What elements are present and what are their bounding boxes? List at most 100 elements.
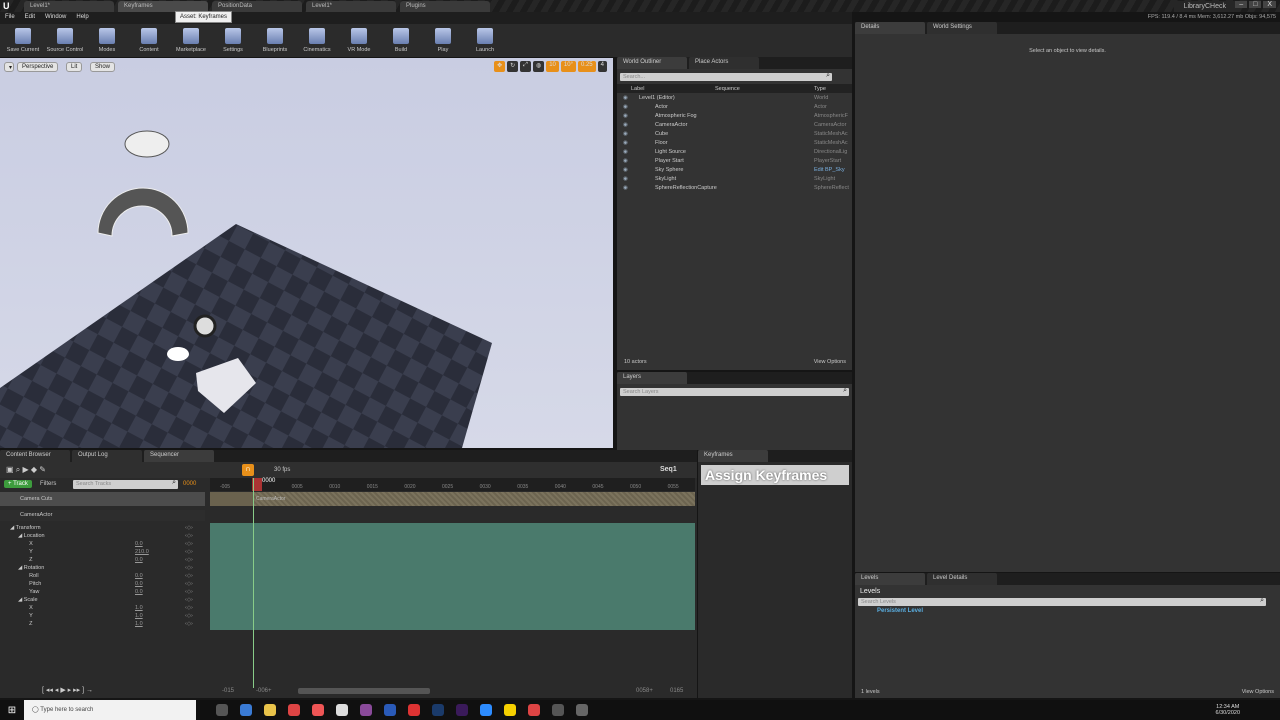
minimize-button[interactable]: – [1235, 1, 1248, 8]
content-button[interactable]: Content [128, 26, 170, 55]
track-value[interactable]: 210.0 [135, 549, 149, 555]
key-nav-icon[interactable]: ‹◇› [185, 525, 193, 531]
settings-button[interactable]: Settings [212, 26, 254, 55]
key-nav-icon[interactable]: ‹◇› [185, 621, 193, 627]
track-roll[interactable]: Roll 0.0 ‹◇› [0, 573, 205, 581]
track-location[interactable]: ◢ Location ‹◇› [0, 533, 205, 541]
sticky-notes-icon[interactable] [504, 704, 516, 716]
view-end[interactable]: 0058+ [636, 688, 653, 694]
key-nav-icon[interactable]: ‹◇› [185, 589, 193, 595]
levels-view-options[interactable]: View Options [1242, 689, 1274, 695]
marketplace-button[interactable]: Marketplace [170, 26, 212, 55]
key-nav-icon[interactable]: ‹◇› [185, 541, 193, 547]
track-value[interactable]: 1.0 [135, 621, 143, 627]
time-ruler[interactable]: 0000 -005 0005 0010 0015 0020 0025 0030 0035 004… [210, 478, 695, 491]
track-value[interactable]: 0.0 [135, 557, 143, 563]
visibility-eye-icon[interactable]: ◉ [617, 167, 629, 173]
chrome-2-icon[interactable] [528, 704, 540, 716]
github-icon[interactable] [360, 704, 372, 716]
rotate-icon[interactable]: ↻ [507, 61, 519, 72]
key-nav-icon[interactable]: ‹◇› [185, 557, 193, 563]
windows-start-icon[interactable]: ⊞ [0, 705, 24, 716]
tab-world-outliner[interactable]: World Outliner [617, 57, 687, 69]
source-control-button[interactable]: Source Control [44, 26, 86, 55]
track-y[interactable]: Y 210.0 ‹◇› [0, 549, 205, 557]
tab-output-log[interactable]: Output Log [72, 450, 142, 462]
play-button[interactable]: Play [422, 26, 464, 55]
camera-cut-section[interactable]: CameraActor [254, 492, 695, 506]
outliner-row[interactable]: ◉ Floor StaticMeshAc [617, 138, 852, 147]
track-rotation[interactable]: ◢ Rotation ‹◇› [0, 565, 205, 573]
persistent-level-item[interactable]: Persistent Level [855, 606, 1280, 616]
clock[interactable]: 12:34 AM 6/30/2020 [1216, 704, 1280, 716]
visibility-eye-icon[interactable]: ◉ [617, 95, 629, 101]
build-button[interactable]: Build [380, 26, 422, 55]
cinematics-button[interactable]: Cinematics [296, 26, 338, 55]
doc-tab-level1[interactable]: Level1* [24, 1, 114, 12]
world-icon[interactable]: ◍ [532, 61, 545, 72]
track-scale[interactable]: ◢ Scale ‹◇› [0, 597, 205, 605]
visibility-eye-icon[interactable]: ◉ [617, 131, 629, 137]
rotation-snap-button[interactable]: 10° [560, 61, 576, 72]
search-tracks-input[interactable]: Search Tracks [73, 479, 178, 489]
track-value[interactable]: 1.0 [135, 605, 143, 611]
tab-content-browser[interactable]: Content Browser [0, 450, 70, 462]
key-nav-icon[interactable]: ‹◇› [185, 605, 193, 611]
track-value[interactable]: 0.0 [135, 541, 143, 547]
zoom-icon[interactable] [480, 704, 492, 716]
tab-details[interactable]: Details [855, 22, 925, 34]
perspective-button[interactable]: Perspective [17, 62, 59, 72]
grid-snap-button[interactable]: 10 [546, 61, 559, 72]
key-nav-icon[interactable]: ‹◇› [185, 613, 193, 619]
view-start[interactable]: -006+ [256, 688, 272, 694]
tab-keyframes[interactable]: Keyframes [698, 450, 768, 462]
show-button[interactable]: Show [90, 62, 116, 72]
visibility-eye-icon[interactable]: ◉ [617, 185, 629, 191]
vivaldi-icon[interactable] [408, 704, 420, 716]
file-explorer-icon[interactable] [264, 704, 276, 716]
current-frame[interactable]: 0000 [183, 481, 196, 487]
outliner-row[interactable]: ◉ SkyLight SkyLight [617, 174, 852, 183]
visibility-eye-icon[interactable]: ◉ [617, 113, 629, 119]
menu-file[interactable]: File [5, 14, 15, 22]
visibility-eye-icon[interactable]: ◉ [617, 176, 629, 182]
key-nav-icon[interactable]: ‹◇› [185, 597, 193, 603]
photoshop-icon[interactable] [432, 704, 444, 716]
outliner-row[interactable]: ◉ CameraActor CameraActor [617, 120, 852, 129]
camera-cuts-track[interactable]: Camera Cuts [0, 492, 205, 506]
track-value[interactable]: 1.0 [135, 613, 143, 619]
outliner-row[interactable]: ◉ Atmospheric Fog AtmosphericF [617, 111, 852, 120]
track-x[interactable]: X 1.0 ‹◇› [0, 605, 205, 613]
obs-icon[interactable] [336, 704, 348, 716]
column-sequence[interactable]: Sequence [715, 86, 814, 92]
tab-place-actors[interactable]: Place Actors [689, 57, 759, 69]
tab-levels[interactable]: Levels [855, 573, 925, 585]
translate-icon[interactable]: ✥ [494, 61, 506, 72]
visibility-eye-icon[interactable]: ◉ [617, 158, 629, 164]
outliner-row[interactable]: ◉ Player Start PlayerStart [617, 156, 852, 165]
outliner-row[interactable]: ◉ Cube StaticMeshAc [617, 129, 852, 138]
key-nav-icon[interactable]: ‹◇› [185, 533, 193, 539]
slack-icon[interactable] [312, 704, 324, 716]
track-x[interactable]: X 0.0 ‹◇› [0, 541, 205, 549]
transform-section[interactable] [210, 523, 695, 630]
column-type[interactable]: Type [814, 86, 852, 92]
snap-magnet-icon[interactable]: ∩ [242, 464, 254, 476]
timeline-scrollbar[interactable] [298, 688, 430, 694]
modes-button[interactable]: Modes [86, 26, 128, 55]
chrome-icon[interactable] [288, 704, 300, 716]
view-options-button[interactable]: View Options [814, 359, 846, 365]
outliner-row[interactable]: ◉ Actor Actor [617, 102, 852, 111]
viewport-options-button[interactable]: ▾ [4, 62, 14, 72]
add-track-button[interactable]: + Track [4, 480, 32, 488]
outliner-search-input[interactable]: Search... [620, 72, 832, 81]
visibility-eye-icon[interactable]: ◉ [617, 149, 629, 155]
visibility-eye-icon[interactable]: ◉ [617, 122, 629, 128]
explorer-icon[interactable] [240, 704, 252, 716]
track-z[interactable]: Z 1.0 ‹◇› [0, 621, 205, 629]
track-value[interactable]: 0.0 [135, 581, 143, 587]
vr-mode-button[interactable]: VR Mode [338, 26, 380, 55]
key-nav-icon[interactable]: ‹◇› [185, 565, 193, 571]
track-y[interactable]: Y 1.0 ‹◇› [0, 613, 205, 621]
maximize-button[interactable]: □ [1249, 1, 1262, 8]
